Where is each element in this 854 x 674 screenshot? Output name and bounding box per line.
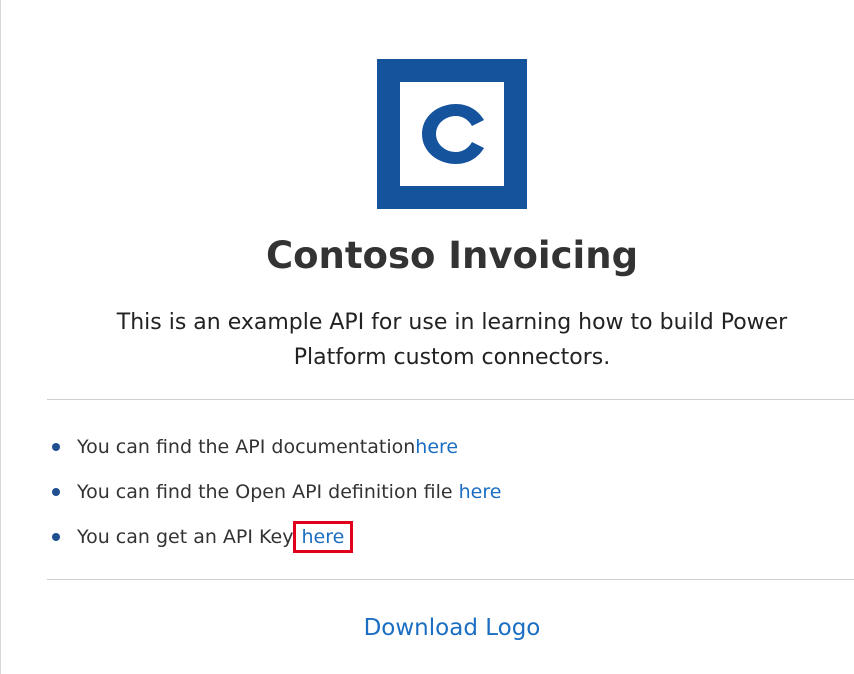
list-item-api-key: You can get an API Key here [47,518,501,563]
download-logo-link[interactable]: Download Logo [1,610,854,646]
bullet-icon [52,488,60,496]
page-description: This is an example API for use in learni… [116,310,788,370]
logo-inner [400,82,504,186]
divider-bottom [47,579,854,580]
contoso-logo [377,59,527,209]
bullet-icon [52,443,60,451]
page: Contoso Invoicing This is an example API… [0,0,854,674]
list-item-text: You can find the API documentation [77,436,416,458]
bullet-icon [52,533,60,541]
api-documentation-link[interactable]: here [415,436,458,458]
link-list: You can find the API documentationhere Y… [47,428,501,563]
page-title: Contoso Invoicing [265,234,639,277]
list-item-openapi-definition: You can find the Open API definition fil… [47,473,501,518]
openapi-definition-link[interactable]: here [459,481,502,503]
list-item-text: You can get an API Key [77,526,300,548]
api-key-link[interactable]: here [292,521,354,553]
list-item-api-documentation: You can find the API documentationhere [47,428,501,473]
divider-top [47,399,854,400]
letter-c-logo-icon [422,104,484,164]
list-item-text: You can find the Open API definition fil… [77,481,459,503]
